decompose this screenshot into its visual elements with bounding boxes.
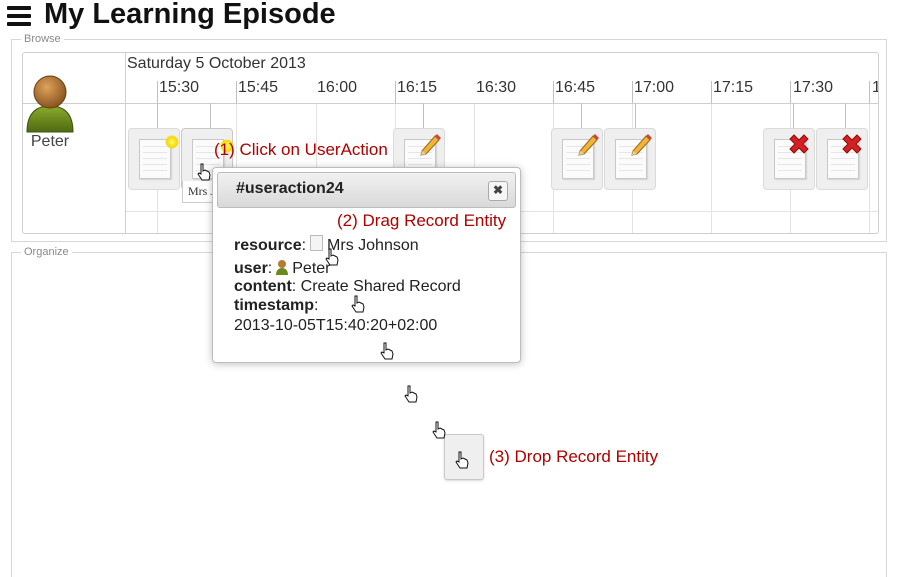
tick-label: 17:15: [713, 79, 754, 96]
annotation-step-1: (1) Click on UserAction: [214, 140, 388, 159]
hand-cursor-icon: [197, 163, 211, 181]
tick-label: 16:30: [476, 79, 517, 96]
resource-label: resource: [234, 237, 302, 254]
tick-label: 1: [872, 79, 878, 97]
popup-title: #useraction24: [236, 180, 344, 197]
annotation-step-3: (3) Drop Record Entity: [489, 447, 659, 466]
user-field: user: Peter: [234, 260, 331, 277]
close-icon[interactable]: ✖: [488, 181, 508, 201]
resource-value: Mrs Johnson: [327, 237, 419, 254]
user-avatar-icon: [26, 75, 74, 133]
document-icon[interactable]: [310, 235, 324, 251]
content-label: content: [234, 278, 292, 295]
tick-label: 16:15: [397, 79, 438, 96]
record-tile[interactable]: [604, 128, 656, 190]
page-title: My Learning Episode: [44, 0, 336, 30]
pencil-icon: [631, 134, 652, 156]
organize-legend: Organize: [24, 246, 69, 258]
annotation-step-2: (2) Drag Record Entity: [337, 211, 507, 230]
hand-cursor-icon: [455, 451, 469, 469]
timestamp-value: 2013-10-05T15:40:20+02:00: [234, 317, 438, 334]
highlight-glow-icon: [165, 135, 179, 149]
browse-legend: Browse: [24, 33, 61, 45]
tick-label: 15:30: [159, 79, 200, 96]
pencil-icon: [578, 134, 599, 156]
record-tile[interactable]: [128, 128, 180, 190]
delete-x-icon: [842, 134, 862, 154]
popup-header[interactable]: #useraction24 ✖: [217, 172, 516, 208]
pencil-icon: [420, 134, 441, 156]
record-tile[interactable]: [816, 128, 868, 190]
tick-label: 16:00: [317, 79, 358, 96]
timestamp-field: timestamp:: [234, 297, 319, 314]
delete-x-icon: [789, 134, 809, 154]
useraction-popup[interactable]: #useraction24 ✖ resource: Mrs Johnson use…: [212, 167, 521, 363]
content-field: content: Create Shared Record: [234, 278, 461, 295]
tick-label: 17:00: [634, 79, 675, 96]
hand-cursor-icon: [351, 295, 365, 313]
tick-label: 17:30: [793, 79, 834, 96]
content-value: Create Shared Record: [300, 278, 461, 295]
timeline-date: Saturday 5 October 2013: [127, 55, 306, 72]
hamburger-menu-icon[interactable]: [7, 6, 31, 26]
hand-cursor-icon: [404, 385, 418, 403]
timestamp-label: timestamp: [234, 297, 315, 314]
hand-cursor-icon: [432, 421, 446, 439]
hand-cursor-icon: [325, 248, 339, 266]
tick-label: 15:45: [238, 79, 279, 96]
tick-label: 16:45: [555, 79, 596, 96]
user-label: user: [234, 260, 268, 277]
record-tile[interactable]: [551, 128, 603, 190]
record-tile[interactable]: [763, 128, 815, 190]
actor-name: Peter: [30, 133, 70, 150]
user-avatar-icon: [276, 260, 289, 275]
hand-cursor-icon: [380, 342, 394, 360]
